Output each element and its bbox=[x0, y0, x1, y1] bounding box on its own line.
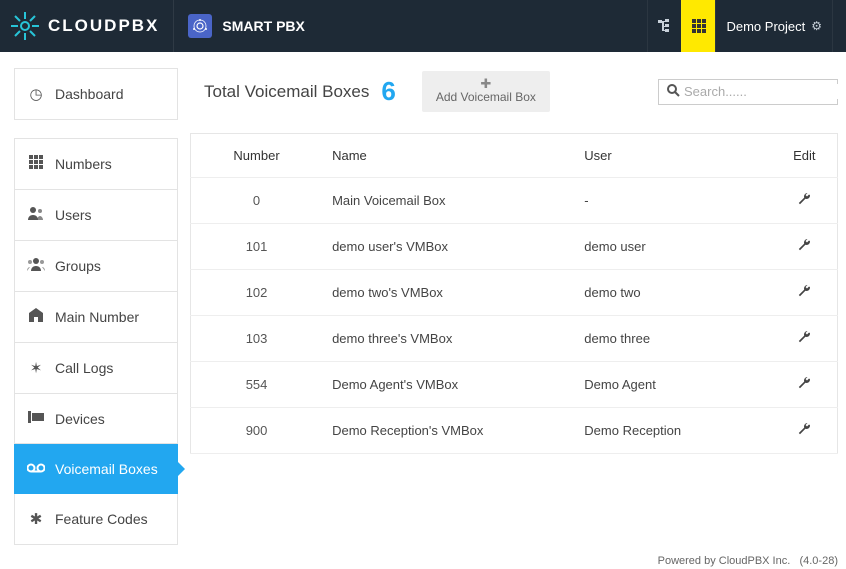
top-nav-overflow[interactable] bbox=[832, 0, 846, 52]
table-row: 900Demo Reception's VMBoxDemo Reception bbox=[191, 408, 838, 454]
add-label: Add Voicemail Box bbox=[436, 90, 536, 104]
sidebar-item-dashboard[interactable]: ◷ Dashboard bbox=[14, 68, 178, 120]
add-voicemail-box-button[interactable]: ✚ Add Voicemail Box bbox=[422, 71, 550, 112]
brand-name: CLOUDPBX bbox=[48, 16, 159, 36]
sidebar-item-label: Main Number bbox=[55, 309, 139, 325]
footer-text: Powered by CloudPBX Inc. bbox=[658, 555, 791, 567]
edit-button[interactable] bbox=[797, 378, 811, 393]
top-nav: CLOUDPBX SMART PBX Demo Project ⚙ bbox=[0, 0, 846, 52]
cell-name: demo two's VMBox bbox=[322, 270, 574, 316]
table-row: 554Demo Agent's VMBoxDemo Agent bbox=[191, 362, 838, 408]
cell-number: 102 bbox=[191, 270, 323, 316]
apps-grid-button[interactable] bbox=[681, 0, 715, 52]
cell-name: Demo Reception's VMBox bbox=[322, 408, 574, 454]
sidebar-item-label: Dashboard bbox=[55, 86, 124, 102]
cell-user: Demo Agent bbox=[574, 362, 771, 408]
plus-icon: ✚ bbox=[436, 77, 536, 90]
sidebar-item-numbers[interactable]: Numbers bbox=[14, 138, 178, 190]
dashboard-icon: ◷ bbox=[27, 85, 45, 103]
sidebar-item-groups[interactable]: Groups bbox=[14, 241, 178, 292]
edit-button[interactable] bbox=[797, 286, 811, 301]
table-row: 0Main Voicemail Box- bbox=[191, 178, 838, 224]
search-box[interactable] bbox=[658, 79, 838, 105]
sidebar-item-main-number[interactable]: Main Number bbox=[14, 292, 178, 343]
total-count: 6 bbox=[381, 76, 395, 107]
main-number-icon bbox=[27, 308, 45, 326]
sidebar-item-users[interactable]: Users bbox=[14, 190, 178, 241]
sidebar-item-label: Call Logs bbox=[55, 360, 113, 376]
cell-user: demo user bbox=[574, 224, 771, 270]
col-header-edit[interactable]: Edit bbox=[772, 134, 838, 178]
cell-number: 900 bbox=[191, 408, 323, 454]
app-badge[interactable]: SMART PBX bbox=[173, 0, 318, 52]
footer: Powered by CloudPBX Inc. (4.0-28) bbox=[658, 555, 838, 567]
sidebar: ◷ Dashboard Numbers Users Groups Main bbox=[14, 68, 178, 545]
edit-button[interactable] bbox=[797, 240, 811, 255]
main-layout: ◷ Dashboard Numbers Users Groups Main bbox=[0, 52, 846, 553]
sidebar-item-label: Devices bbox=[55, 411, 105, 427]
voicemail-table: Number Name User Edit 0Main Voicemail Bo… bbox=[190, 133, 838, 454]
sidebar-item-label: Numbers bbox=[55, 156, 112, 172]
sidebar-item-label: Voicemail Boxes bbox=[55, 461, 158, 477]
users-icon bbox=[27, 206, 45, 224]
sidebar-item-label: Feature Codes bbox=[55, 511, 148, 527]
project-label: Demo Project bbox=[726, 19, 805, 34]
cell-user: Demo Reception bbox=[574, 408, 771, 454]
brand[interactable]: CLOUDPBX bbox=[10, 11, 173, 41]
cell-number: 101 bbox=[191, 224, 323, 270]
edit-button[interactable] bbox=[797, 332, 811, 347]
sidebar-item-feature-codes[interactable]: ✱ Feature Codes bbox=[14, 494, 178, 545]
top-nav-right: Demo Project ⚙ bbox=[647, 0, 846, 52]
search-input[interactable] bbox=[684, 84, 846, 99]
devices-icon bbox=[27, 410, 45, 427]
cell-user: demo two bbox=[574, 270, 771, 316]
table-row: 101demo user's VMBoxdemo user bbox=[191, 224, 838, 270]
cell-number: 0 bbox=[191, 178, 323, 224]
cell-name: demo user's VMBox bbox=[322, 224, 574, 270]
project-selector[interactable]: Demo Project ⚙ bbox=[715, 0, 832, 52]
col-header-name[interactable]: Name bbox=[322, 134, 574, 178]
sidebar-item-label: Groups bbox=[55, 258, 101, 274]
numbers-icon bbox=[27, 155, 45, 173]
edit-button[interactable] bbox=[797, 194, 811, 209]
feature-codes-icon: ✱ bbox=[27, 510, 45, 528]
total-voicemail-boxes: Total Voicemail Boxes 6 bbox=[190, 68, 410, 115]
app-icon bbox=[188, 14, 212, 38]
col-header-user[interactable]: User bbox=[574, 134, 771, 178]
edit-button[interactable] bbox=[797, 424, 811, 439]
call-logs-icon: ✶ bbox=[27, 359, 45, 377]
app-name: SMART PBX bbox=[222, 18, 304, 34]
content-area: Total Voicemail Boxes 6 ✚ Add Voicemail … bbox=[190, 62, 846, 454]
voicemail-icon bbox=[27, 460, 45, 477]
sidebar-item-call-logs[interactable]: ✶ Call Logs bbox=[14, 343, 178, 394]
content-header: Total Voicemail Boxes 6 ✚ Add Voicemail … bbox=[190, 68, 838, 115]
table-row: 103demo three's VMBoxdemo three bbox=[191, 316, 838, 362]
table-row: 102demo two's VMBoxdemo two bbox=[191, 270, 838, 316]
cell-user: - bbox=[574, 178, 771, 224]
tree-view-button[interactable] bbox=[647, 0, 681, 52]
sidebar-item-devices[interactable]: Devices bbox=[14, 394, 178, 444]
sidebar-item-voicemail-boxes[interactable]: Voicemail Boxes bbox=[14, 444, 178, 494]
brand-logo-icon bbox=[10, 11, 40, 41]
cell-number: 554 bbox=[191, 362, 323, 408]
cell-name: demo three's VMBox bbox=[322, 316, 574, 362]
col-header-number[interactable]: Number bbox=[191, 134, 323, 178]
total-label: Total Voicemail Boxes bbox=[204, 82, 369, 102]
cell-name: Demo Agent's VMBox bbox=[322, 362, 574, 408]
gear-icon: ⚙ bbox=[811, 19, 822, 33]
cell-number: 103 bbox=[191, 316, 323, 362]
groups-icon bbox=[27, 257, 45, 275]
footer-version: (4.0-28) bbox=[799, 555, 838, 567]
cell-user: demo three bbox=[574, 316, 771, 362]
table-header-row: Number Name User Edit bbox=[191, 134, 838, 178]
cell-name: Main Voicemail Box bbox=[322, 178, 574, 224]
search-icon bbox=[667, 84, 680, 100]
sidebar-item-label: Users bbox=[55, 207, 92, 223]
